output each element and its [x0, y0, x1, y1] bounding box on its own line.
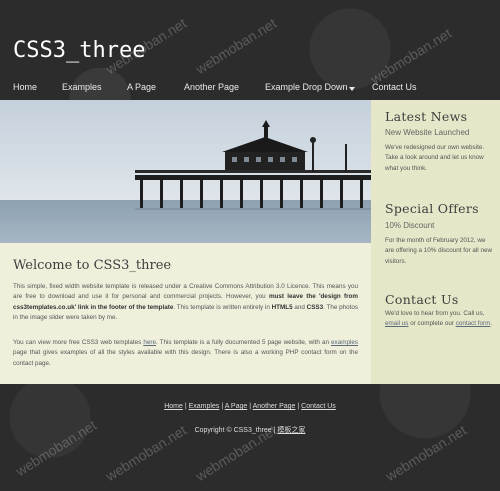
more-text: . This template is a fully documented 5 … — [155, 339, 332, 346]
footer-link-home[interactable]: Home — [164, 403, 183, 410]
pier-photo-icon — [0, 100, 371, 243]
footer-separator: | — [221, 403, 224, 410]
more-templates-paragraph: You can view more free CSS3 web template… — [13, 338, 358, 369]
footer-link-examples[interactable]: Examples — [189, 403, 220, 410]
contact-text: . — [490, 320, 493, 328]
intro-text: . This template is written entirely in — [173, 303, 272, 311]
special-offers-subheading: 10% Discount — [385, 221, 435, 230]
intro-bold-html5: HTML5 — [271, 303, 293, 311]
footer-link-a-page[interactable]: A Page — [225, 403, 248, 410]
chevron-down-icon[interactable] — [349, 87, 355, 91]
footer-link-another-page[interactable]: Another Page — [253, 403, 296, 410]
footer-separator: | — [249, 403, 252, 410]
email-us-link[interactable]: email us — [385, 320, 408, 327]
main-nav: Home Examples A Page Another Page Exampl… — [0, 78, 500, 100]
contact-us-heading: Contact Us — [385, 292, 459, 307]
nav-item-contact-us[interactable]: Contact Us — [372, 82, 417, 92]
nav-item-examples[interactable]: Examples — [62, 82, 102, 92]
contact-us-text: We'd love to hear from you. Call us, ema… — [385, 309, 495, 330]
nav-item-another-page[interactable]: Another Page — [184, 82, 239, 92]
footer-separator: | — [184, 403, 187, 410]
footer-nav: Home | Examples | A Page | Another Page … — [0, 403, 500, 410]
special-offers-heading: Special Offers — [385, 201, 479, 216]
here-link[interactable]: here — [143, 339, 156, 346]
nav-item-a-page[interactable]: A Page — [127, 82, 156, 92]
latest-news-text: We've redesigned our own website. Take a… — [385, 144, 485, 172]
intro-bold-css3: CSS3 — [306, 303, 324, 311]
more-text: You can view more free CSS3 web template… — [13, 339, 144, 346]
contact-text: or complete our — [408, 320, 456, 328]
latest-news-heading: Latest News — [385, 109, 468, 124]
latest-news-subheading: New Website Launched — [385, 128, 470, 137]
special-offers-text: For the month of February 2012, we are o… — [385, 237, 492, 265]
credit-link[interactable]: 模板之家 — [277, 427, 305, 434]
copyright-text: Copyright © CSS3_three | — [194, 427, 276, 434]
nav-item-example-drop-down[interactable]: Example Drop Down — [265, 82, 348, 92]
examples-link[interactable]: examples — [331, 339, 358, 346]
footer-separator: | — [297, 403, 300, 410]
intro-text: and — [292, 303, 307, 311]
site-logo[interactable]: CSS3_three — [13, 38, 145, 63]
nav-item-home[interactable]: Home — [13, 82, 37, 92]
slider-image-pier — [0, 100, 371, 243]
footer-link-contact-us[interactable]: Contact Us — [301, 403, 336, 410]
contact-text: We'd love to hear from you. Call us, — [385, 310, 485, 317]
contact-form-link[interactable]: contact form — [456, 320, 491, 327]
page-title: Welcome to CSS3_three — [13, 258, 172, 273]
copyright: Copyright © CSS3_three | 模板之家 — [0, 425, 500, 435]
more-text: page that gives examples of all the styl… — [13, 349, 358, 367]
intro-paragraph: This simple, fixed width website templat… — [13, 282, 358, 324]
